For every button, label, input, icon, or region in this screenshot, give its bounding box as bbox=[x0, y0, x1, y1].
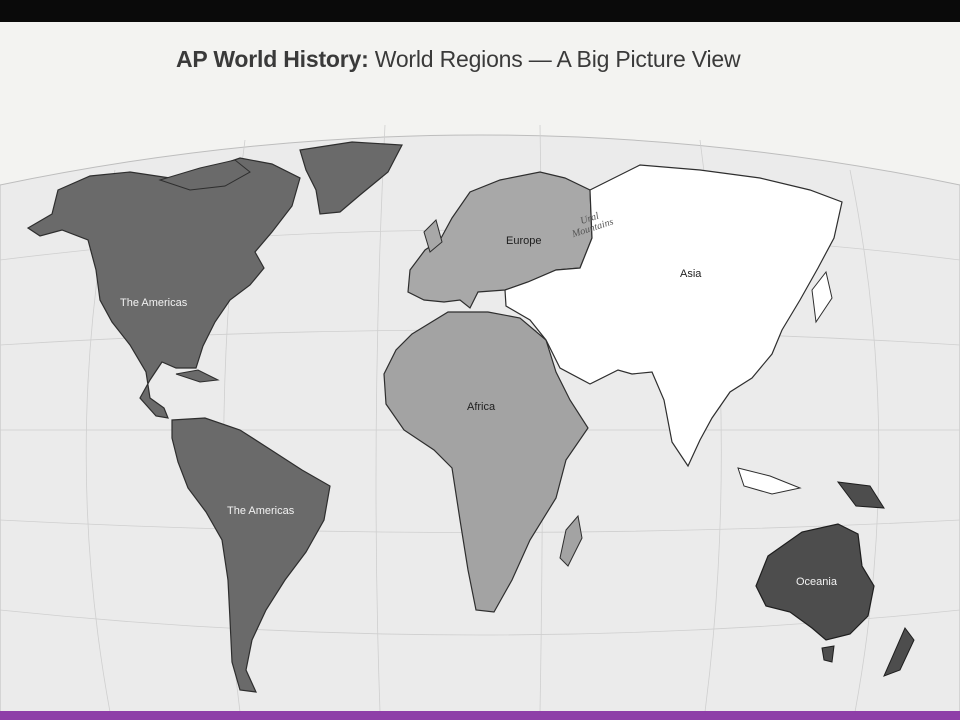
label-europe: Europe bbox=[506, 235, 542, 247]
label-asia: Asia bbox=[680, 268, 702, 280]
world-map bbox=[0, 124, 960, 713]
label-americas-south: The Americas bbox=[227, 505, 295, 517]
label-oceania: Oceania bbox=[796, 576, 837, 588]
label-americas-north: The Americas bbox=[120, 297, 188, 309]
bottom-accent-bar bbox=[0, 711, 960, 720]
island-tasmania bbox=[821, 645, 835, 663]
label-africa: Africa bbox=[467, 401, 496, 413]
